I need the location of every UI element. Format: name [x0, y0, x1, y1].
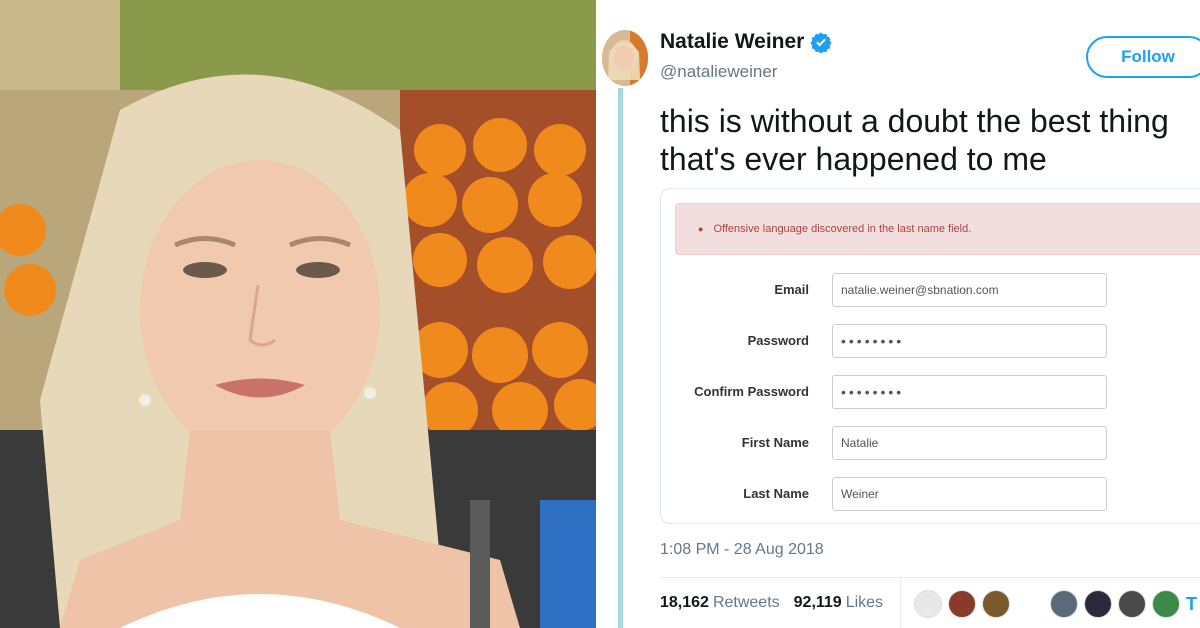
display-name[interactable]: Natalie Weiner: [660, 30, 804, 54]
profile-photo: [0, 0, 596, 628]
tweet-card: Natalie Weiner @natalieweiner Follow thi…: [596, 0, 1200, 628]
retweets-stat[interactable]: 18,162 Retweets: [660, 594, 780, 612]
form-row-first-name: First Name Natalie: [661, 426, 1200, 460]
likes-stat[interactable]: 92,119 Likes: [794, 594, 883, 612]
email-label: Email: [774, 282, 809, 297]
verified-badge-icon: [810, 32, 832, 53]
email-field: natalie.weiner@sbnation.com: [832, 273, 1107, 307]
error-alert: ● Offensive language discovered in the l…: [675, 203, 1200, 255]
likes-label: Likes: [845, 594, 884, 611]
tweet-stats: 18,162 Retweets 92,119 Likes: [660, 594, 883, 612]
bullet-icon: ●: [698, 224, 704, 234]
stats-separator: [900, 578, 901, 628]
confirm-password-field: ••••••••: [832, 375, 1107, 409]
password-field: ••••••••: [832, 324, 1107, 358]
form-row-confirm-password: Confirm Password ••••••••: [661, 375, 1200, 409]
name-row: Natalie Weiner: [660, 30, 832, 54]
first-name-label: First Name: [741, 435, 809, 450]
liker-avatar[interactable]: [1084, 590, 1112, 618]
embedded-form-screenshot: ● Offensive language discovered in the l…: [660, 188, 1200, 524]
follow-button[interactable]: Follow: [1086, 36, 1200, 78]
form-row-last-name: Last Name Weiner: [661, 477, 1200, 511]
error-message: Offensive language discovered in the las…: [713, 223, 972, 235]
liker-avatar[interactable]: [948, 590, 976, 618]
thread-line: [618, 88, 623, 628]
divider: [660, 577, 1200, 578]
form-row-password: Password ••••••••: [661, 324, 1200, 358]
avatar[interactable]: [602, 30, 648, 86]
confirm-password-label: Confirm Password: [694, 384, 809, 399]
password-label: Password: [747, 333, 809, 348]
tweet-text: this is without a doubt the best thing t…: [660, 103, 1169, 177]
retweets-count: 18,162: [660, 594, 709, 611]
liker-avatars: [914, 590, 1180, 618]
first-name-field: Natalie: [832, 426, 1107, 460]
handle[interactable]: @natalieweiner: [660, 62, 777, 82]
liker-avatar[interactable]: [1050, 590, 1078, 618]
last-name-field: Weiner: [832, 477, 1107, 511]
liker-avatar[interactable]: [982, 590, 1010, 618]
liker-avatar[interactable]: [1152, 590, 1180, 618]
last-name-label: Last Name: [743, 486, 809, 501]
liker-avatar[interactable]: [1118, 590, 1146, 618]
more-indicator: T: [1186, 594, 1197, 614]
likes-count: 92,119: [793, 594, 842, 611]
liker-avatar[interactable]: [914, 590, 942, 618]
form-row-email: Email natalie.weiner@sbnation.com: [661, 273, 1200, 307]
tweet-timestamp[interactable]: 1:08 PM - 28 Aug 2018: [660, 541, 824, 559]
retweets-label: Retweets: [712, 594, 780, 611]
